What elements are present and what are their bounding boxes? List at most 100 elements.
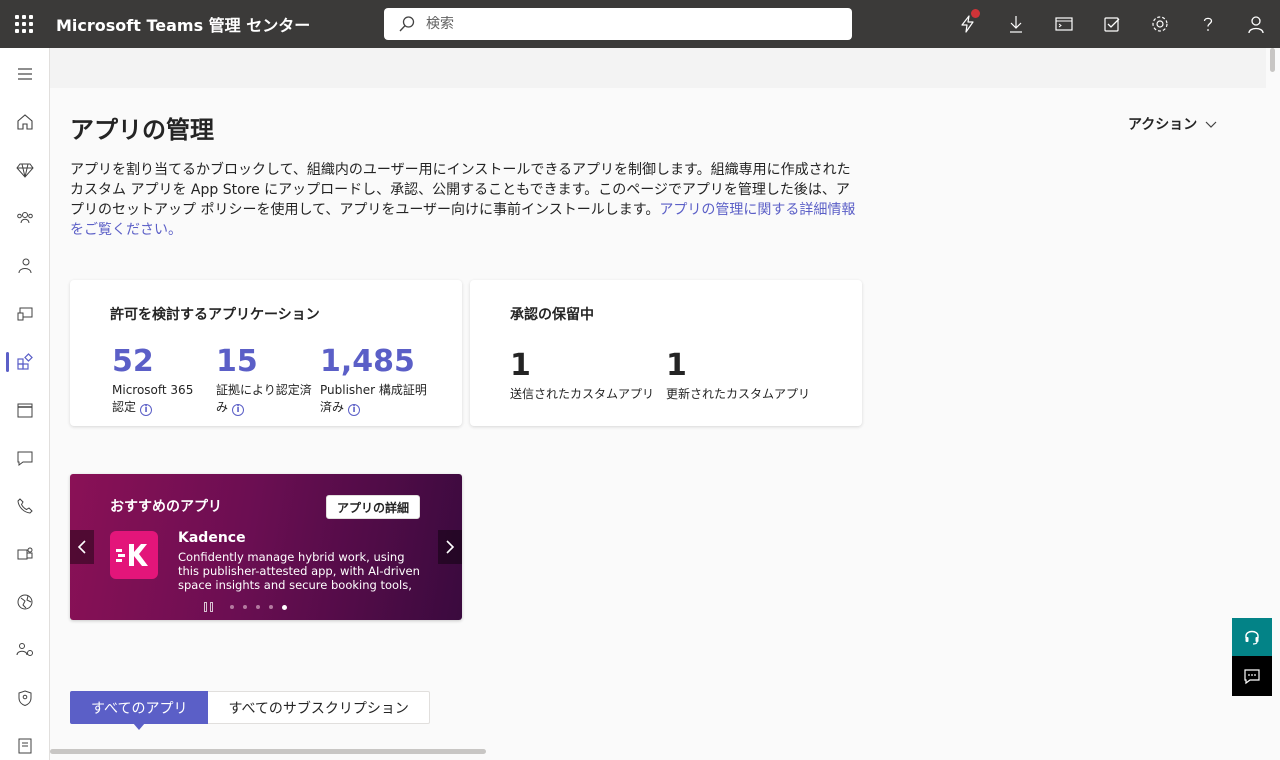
- kadence-logo-icon: [116, 544, 148, 566]
- apps-tab-list: すべてのアプリ すべてのサブスクリプション: [70, 691, 430, 730]
- notification-dot: [971, 9, 980, 18]
- page-description: アプリを割り当てるかブロックして、組織内のユーザー用にインストールできるアプリを…: [70, 160, 860, 240]
- download-button[interactable]: [992, 0, 1040, 48]
- stat-label: 更新されたカスタムアプリ: [666, 387, 811, 401]
- actions-menu-button[interactable]: アクション: [1128, 114, 1217, 134]
- nav-dashboard[interactable]: [0, 102, 50, 142]
- app-launcher-button[interactable]: [0, 0, 48, 48]
- stat-value[interactable]: 1: [666, 348, 810, 384]
- horizontal-scrollbar[interactable]: [50, 749, 486, 754]
- carousel-dot[interactable]: [230, 605, 234, 609]
- user-icon: [1248, 16, 1264, 34]
- carousel-pause-button[interactable]: [204, 602, 213, 612]
- apps-to-review-card: 許可を検討するアプリケーション 52 Microsoft 365 認定 i 15 …: [70, 280, 462, 426]
- card-title: 許可を検討するアプリケーション: [110, 307, 320, 323]
- nav-teams-premium[interactable]: [0, 150, 50, 190]
- featured-app-name[interactable]: Kadence: [178, 530, 246, 546]
- main-content: アプリの管理 アクション アプリを割り当てるかブロックして、組織内のユーザー用に…: [50, 48, 1266, 760]
- info-icon[interactable]: i: [232, 404, 245, 416]
- powershell-button[interactable]: [1040, 0, 1088, 48]
- app-title[interactable]: Microsoft Teams 管理 センター: [56, 12, 310, 36]
- tab-all-subscriptions[interactable]: すべてのサブスクリプション: [208, 691, 430, 724]
- nav-devices[interactable]: [0, 294, 50, 334]
- hamburger-icon: [18, 68, 32, 80]
- teams-icon: [17, 547, 33, 560]
- stat-updated-custom-apps: 1 更新されたカスタムアプリ: [666, 348, 810, 403]
- nav-policy-packages[interactable]: [0, 630, 50, 670]
- nav-locations[interactable]: [0, 534, 50, 574]
- shield-icon: [18, 690, 32, 707]
- nav-voice[interactable]: [0, 486, 50, 526]
- carousel-dot[interactable]: [269, 605, 273, 609]
- stat-publisher-attested: 1,485 Publisher 構成証明済み i: [320, 344, 428, 416]
- help-button[interactable]: [1184, 0, 1232, 48]
- stat-evidence-certified: 15 証拠により認定済み i: [216, 344, 314, 416]
- nav-teams-apps[interactable]: [0, 342, 50, 382]
- users-icon: [18, 258, 32, 274]
- gear-icon: [1152, 16, 1168, 32]
- settings-button[interactable]: [1136, 0, 1184, 48]
- tasks-button[interactable]: [1088, 0, 1136, 48]
- carousel-next-button[interactable]: [438, 530, 462, 564]
- reports-icon: [18, 738, 32, 754]
- support-button[interactable]: [1232, 618, 1272, 656]
- download-icon: [1010, 16, 1022, 33]
- chevron-left-icon: [77, 540, 86, 554]
- nav-toggle-button[interactable]: [0, 54, 50, 94]
- stat-label: Microsoft 365 認定 i: [112, 383, 194, 416]
- stat-value[interactable]: 15: [216, 344, 314, 380]
- feedback-button[interactable]: [1232, 656, 1272, 696]
- info-icon[interactable]: i: [140, 404, 153, 416]
- stat-value[interactable]: 1: [510, 348, 654, 384]
- actions-label: アクション: [1128, 117, 1198, 133]
- nav-messaging[interactable]: [0, 438, 50, 478]
- apps-icon: [17, 353, 33, 370]
- page-header-strip: [50, 48, 1266, 88]
- chat-icon: [17, 451, 33, 466]
- account-button[interactable]: [1232, 0, 1280, 48]
- diamond-icon: [16, 163, 34, 178]
- feedback-icon: [1244, 669, 1260, 685]
- calendar-icon: [17, 403, 33, 418]
- nav-security[interactable]: [0, 678, 50, 718]
- left-navigation: [0, 48, 50, 760]
- kadence-logo: [110, 531, 158, 579]
- search-icon: [399, 16, 415, 32]
- whats-new-button[interactable]: [944, 0, 992, 48]
- carousel-previous-button[interactable]: [70, 530, 94, 564]
- nav-global[interactable]: [0, 582, 50, 622]
- carousel-dot-active[interactable]: [282, 604, 287, 610]
- search-box[interactable]: [384, 8, 852, 40]
- featured-app-description: Confidently manage hybrid work, using th…: [178, 550, 420, 592]
- tab-all-apps[interactable]: すべてのアプリ: [70, 691, 209, 730]
- app-details-button[interactable]: アプリの詳細: [326, 495, 421, 519]
- devices-icon: [17, 307, 33, 321]
- stat-label: Publisher 構成証明済み i: [320, 383, 427, 416]
- stat-value[interactable]: 1,485: [320, 344, 428, 380]
- question-icon: [1203, 17, 1213, 31]
- info-icon[interactable]: i: [348, 404, 361, 416]
- page-title: アプリの管理: [70, 116, 214, 144]
- stat-label: 送信されたカスタムアプリ: [510, 387, 655, 401]
- stat-label: 証拠により認定済み i: [216, 383, 312, 416]
- chevron-right-icon: [446, 540, 455, 554]
- stat-value[interactable]: 52: [112, 344, 208, 380]
- people-group-icon: [17, 212, 33, 224]
- nav-analytics[interactable]: [0, 726, 50, 760]
- search-input[interactable]: [426, 16, 826, 32]
- stat-microsoft-365-certified: 52 Microsoft 365 認定 i: [112, 344, 208, 416]
- nav-teams[interactable]: [0, 198, 50, 238]
- scrollbar-thumb[interactable]: [1270, 48, 1275, 72]
- waffle-icon: [15, 15, 33, 33]
- card-title: 承認の保留中: [510, 307, 594, 323]
- globe-icon: [17, 594, 33, 610]
- headset-icon: [1245, 630, 1259, 645]
- carousel-dot[interactable]: [256, 605, 260, 609]
- nav-users[interactable]: [0, 246, 50, 286]
- pending-approval-card: 承認の保留中 1 送信されたカスタムアプリ 1 更新されたカスタムアプリ: [470, 280, 862, 426]
- featured-title: おすすめのアプリ: [110, 499, 222, 515]
- terminal-icon: [1055, 17, 1073, 31]
- nav-meetings[interactable]: [0, 390, 50, 430]
- carousel-dot[interactable]: [243, 605, 247, 609]
- featured-apps-banner: おすすめのアプリ アプリの詳細 Kadence Confidently mana…: [70, 474, 462, 620]
